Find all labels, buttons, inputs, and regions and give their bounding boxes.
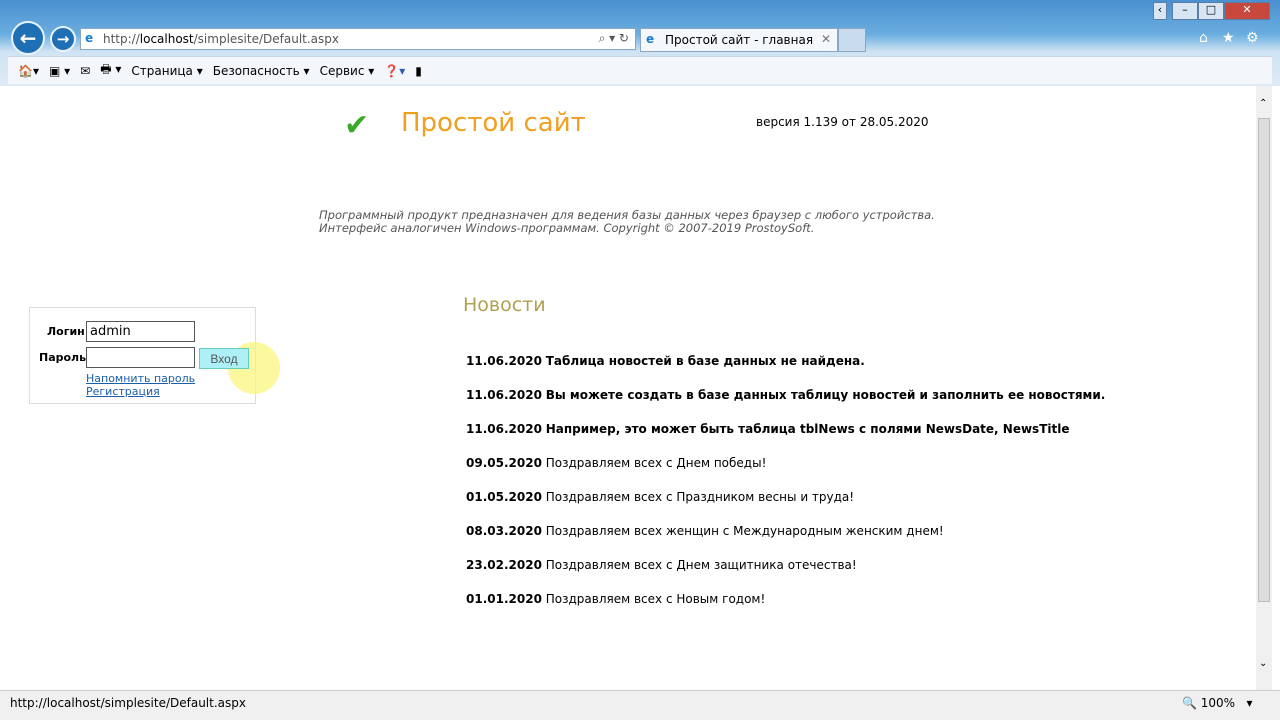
site-title: Простой сайт bbox=[401, 108, 586, 138]
login-input[interactable] bbox=[86, 321, 195, 342]
maximize-button[interactable]: □ bbox=[1198, 2, 1224, 20]
address-bar[interactable]: e http://localhost/simplesite/Default.as… bbox=[80, 28, 636, 50]
search-refresh-icons[interactable]: ⌕ ▾ ↻ bbox=[599, 31, 629, 46]
news-text: Поздравляем всех с Праздником весны и тр… bbox=[545, 490, 855, 504]
remind-password-link[interactable]: Напомнить пароль bbox=[86, 372, 195, 385]
news-date: 11.06.2020 bbox=[466, 422, 542, 436]
register-link[interactable]: Регистрация bbox=[86, 385, 160, 398]
version-text: версия 1.139 от 28.05.2020 bbox=[756, 115, 929, 129]
page-menu[interactable]: Страница ▾ bbox=[131, 64, 202, 78]
ie-icon: e bbox=[85, 31, 94, 45]
help-icon[interactable]: ❓▾ bbox=[384, 64, 405, 78]
restore-tab-button[interactable]: ‹ bbox=[1153, 2, 1167, 20]
news-date: 09.05.2020 bbox=[466, 456, 542, 470]
login-label: Логин bbox=[47, 325, 85, 338]
news-text: Поздравляем всех женщин с Международным … bbox=[545, 524, 944, 538]
scroll-up-icon[interactable]: ⌃ bbox=[1259, 98, 1267, 109]
browser-chrome: ‹ – □ ✕ ← → e http://localhost/simplesit… bbox=[0, 0, 1280, 86]
status-url: http://localhost/simplesite/Default.aspx bbox=[10, 696, 246, 710]
news-item: 11.06.2020 Вы можете создать в базе данн… bbox=[466, 388, 1105, 402]
checkmark-logo-icon: ✔ bbox=[344, 108, 370, 143]
news-text: Например, это может быть таблица tblNews… bbox=[545, 422, 1070, 436]
news-date: 01.01.2020 bbox=[466, 592, 542, 606]
news-text: Поздравляем всех с Днем защитника отечес… bbox=[545, 558, 857, 572]
minimize-button[interactable]: – bbox=[1172, 2, 1198, 20]
news-item: 08.03.2020 Поздравляем всех женщин с Меж… bbox=[466, 524, 944, 538]
zoom-control[interactable]: 🔍 100% ▾ bbox=[1182, 696, 1253, 710]
news-item: 09.05.2020 Поздравляем всех с Днем побед… bbox=[466, 456, 766, 470]
scrollbar-thumb[interactable] bbox=[1258, 118, 1270, 602]
page-content: ✔ Простой сайт версия 1.139 от 28.05.202… bbox=[8, 86, 1256, 690]
news-item: 01.01.2020 Поздравляем всех с Новым годо… bbox=[466, 592, 765, 606]
password-label: Пароль bbox=[39, 351, 87, 364]
gear-icon[interactable]: ⚙ bbox=[1246, 30, 1259, 46]
site-description: Программный продукт предназначен для вед… bbox=[319, 209, 935, 235]
news-date: 11.06.2020 bbox=[466, 388, 542, 402]
news-item: 11.06.2020 Например, это может быть табл… bbox=[466, 422, 1069, 436]
vertical-scrollbar[interactable]: ⌃ ⌄ bbox=[1256, 86, 1272, 690]
addon-icon[interactable]: ▮ bbox=[415, 64, 422, 78]
favorites-star-icon[interactable]: ★ bbox=[1222, 30, 1235, 46]
url-path: /simplesite/Default.aspx bbox=[193, 32, 339, 46]
url-host: localhost bbox=[139, 32, 194, 46]
back-button[interactable]: ← bbox=[11, 21, 45, 55]
home-icon[interactable]: 🏠▾ bbox=[18, 64, 39, 78]
tab-title: Простой сайт - главная bbox=[665, 33, 814, 47]
close-tab-icon[interactable]: ✕ bbox=[821, 32, 831, 46]
login-form: Логин Пароль Вход Напомнить пароль Регис… bbox=[29, 307, 280, 404]
tab-main[interactable]: e Простой сайт - главная ✕ bbox=[640, 28, 838, 52]
scroll-down-icon[interactable]: ⌄ bbox=[1259, 658, 1267, 669]
news-date: 01.05.2020 bbox=[466, 490, 542, 504]
new-tab-button[interactable] bbox=[838, 28, 866, 52]
url-prefix: http:// bbox=[103, 32, 140, 46]
command-bar: 🏠▾ ▣ ▾ ✉ 🖶 ▾ Страница ▾ Безопасность ▾ С… bbox=[8, 56, 1272, 84]
login-button[interactable]: Вход bbox=[199, 348, 249, 369]
news-item: 23.02.2020 Поздравляем всех с Днем защит… bbox=[466, 558, 857, 572]
rss-feed-icon[interactable]: ▣ ▾ bbox=[49, 64, 70, 78]
ie-icon: e bbox=[646, 32, 655, 46]
news-item: 11.06.2020 Таблица новостей в базе данны… bbox=[466, 354, 865, 368]
news-date: 23.02.2020 bbox=[466, 558, 542, 572]
news-text: Поздравляем всех с Новым годом! bbox=[545, 592, 766, 606]
news-text: Таблица новостей в базе данных не найден… bbox=[545, 354, 865, 368]
home-icon[interactable]: ⌂ bbox=[1199, 30, 1208, 46]
status-bar: http://localhost/simplesite/Default.aspx… bbox=[0, 690, 1280, 720]
mail-icon[interactable]: ✉ bbox=[80, 64, 90, 78]
news-text: Вы можете создать в базе данных таблицу … bbox=[545, 388, 1106, 402]
news-text: Поздравляем всех с Днем победы! bbox=[545, 456, 767, 470]
print-icon[interactable]: 🖶 ▾ bbox=[100, 60, 121, 81]
password-input[interactable] bbox=[86, 347, 195, 368]
news-date: 08.03.2020 bbox=[466, 524, 542, 538]
desc-line-2: Интерфейс аналогичен Windows-программам.… bbox=[319, 221, 815, 235]
close-button[interactable]: ✕ bbox=[1224, 2, 1270, 20]
news-date: 11.06.2020 bbox=[466, 354, 542, 368]
forward-button[interactable]: → bbox=[50, 26, 76, 52]
news-item: 01.05.2020 Поздравляем всех с Праздником… bbox=[466, 490, 854, 504]
news-heading: Новости bbox=[463, 294, 546, 316]
tools-menu[interactable]: Сервис ▾ bbox=[320, 64, 375, 78]
security-menu[interactable]: Безопасность ▾ bbox=[213, 64, 310, 78]
